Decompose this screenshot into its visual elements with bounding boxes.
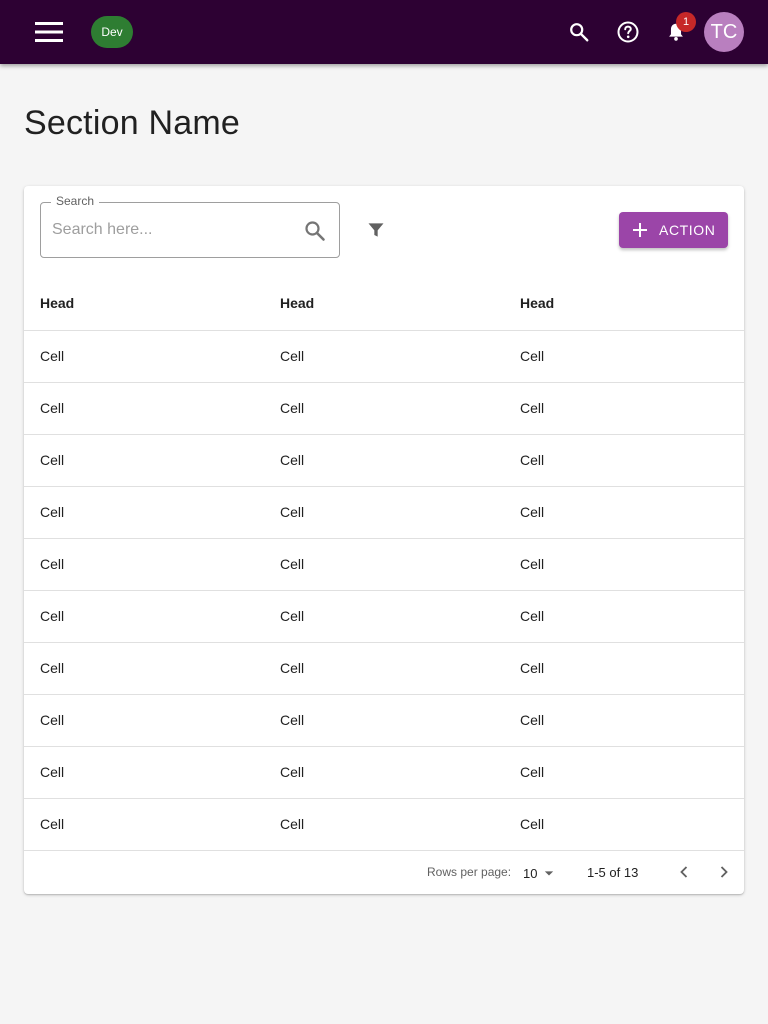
pagination-range: 1-5 of 13 — [587, 865, 639, 880]
user-avatar[interactable]: TC — [704, 12, 744, 52]
table-body: Cell Cell Cell Cell Cell Cell Cell Cell Cell Cell… — [24, 330, 744, 851]
help-icon — [617, 21, 639, 43]
previous-page-button[interactable] — [670, 858, 698, 886]
table-row[interactable]: Cell Cell Cell — [24, 382, 744, 435]
table-cell: Cell — [24, 382, 264, 435]
table-cell: Cell — [504, 382, 744, 435]
table-cell: Cell — [264, 382, 504, 435]
add-action-button[interactable]: ACTION — [619, 212, 728, 248]
table-cell: Cell — [264, 486, 504, 539]
filter-icon — [368, 223, 384, 237]
table-row[interactable]: Cell Cell Cell — [24, 694, 744, 747]
column-header[interactable]: Head — [24, 276, 264, 331]
table-row[interactable]: Cell Cell Cell — [24, 590, 744, 643]
table-cell: Cell — [264, 590, 504, 643]
table-cell: Cell — [24, 746, 264, 799]
table-row[interactable]: Cell Cell Cell — [24, 330, 744, 383]
rows-per-page-label: Rows per page: — [427, 865, 512, 879]
table-cell: Cell — [504, 798, 744, 851]
table-cell: Cell — [504, 434, 744, 487]
table-cell: Cell — [264, 746, 504, 799]
search-button[interactable] — [559, 12, 599, 52]
notification-count-badge: 1 — [676, 12, 696, 32]
table-row[interactable]: Cell Cell Cell — [24, 434, 744, 487]
rows-per-page-value: 10 — [523, 866, 538, 881]
table-cell: Cell — [24, 590, 264, 643]
filter-button[interactable] — [356, 210, 396, 250]
search-label: Search — [51, 194, 100, 208]
data-table-card: Search ACTION Head Head Head CellCellCel… — [24, 186, 744, 894]
chevron-right-icon — [720, 866, 728, 878]
table-cell: Cell — [504, 694, 744, 747]
table-cell: Cell — [24, 798, 264, 851]
search-icon[interactable] — [303, 219, 327, 243]
table-cell: Cell — [24, 330, 264, 383]
column-header[interactable]: Head — [504, 276, 744, 331]
table-cell: Cell — [504, 642, 744, 695]
pagination-bar: Rows per page: 10 1-5 of 13 — [24, 850, 744, 894]
table-cell: Cell — [264, 538, 504, 591]
menu-icon — [35, 22, 63, 42]
table-cell: Cell — [504, 486, 744, 539]
table-row[interactable]: Cell Cell Cell — [24, 642, 744, 695]
table-cell: Cell — [264, 642, 504, 695]
table-cell: Cell — [504, 330, 744, 383]
menu-button[interactable] — [29, 15, 69, 49]
column-header[interactable]: Head — [264, 276, 504, 331]
table-cell: Cell — [264, 434, 504, 487]
table-cell: Cell — [24, 486, 264, 539]
search-input[interactable] — [52, 217, 292, 243]
env-badge: Dev — [91, 16, 133, 48]
table-cell: Cell — [264, 798, 504, 851]
search-icon — [570, 23, 589, 42]
table-cell: Cell — [24, 434, 264, 487]
page-title: Section Name — [24, 104, 240, 142]
table-row[interactable]: Cell Cell Cell — [24, 798, 744, 851]
chevron-left-icon — [680, 866, 688, 878]
search-field: Search — [40, 194, 340, 258]
table-cell: Cell — [504, 538, 744, 591]
table-row[interactable]: Cell Cell Cell — [24, 746, 744, 799]
table-cell: Cell — [504, 746, 744, 799]
app-bar: Dev 1 TC — [0, 0, 768, 64]
next-page-button[interactable] — [710, 858, 738, 886]
table-cell: Cell — [264, 330, 504, 383]
table-cell: Cell — [264, 694, 504, 747]
table-cell: Cell — [24, 642, 264, 695]
table-row[interactable]: Cell Cell Cell — [24, 486, 744, 539]
table-cell: Cell — [24, 694, 264, 747]
rows-per-page-select[interactable]: 10 — [523, 863, 559, 883]
action-button-label: ACTION — [659, 222, 716, 238]
help-button[interactable] — [608, 12, 648, 52]
table-cell: Cell — [24, 538, 264, 591]
table-header-row: Head Head Head — [24, 276, 744, 331]
table-cell: Cell — [504, 590, 744, 643]
table-row[interactable]: Cell Cell Cell — [24, 538, 744, 591]
data-table: Head Head Head Cell Cell Cell Cell Cell Cell C… — [24, 276, 744, 851]
caret-down-icon — [544, 871, 554, 876]
plus-icon — [633, 223, 647, 237]
